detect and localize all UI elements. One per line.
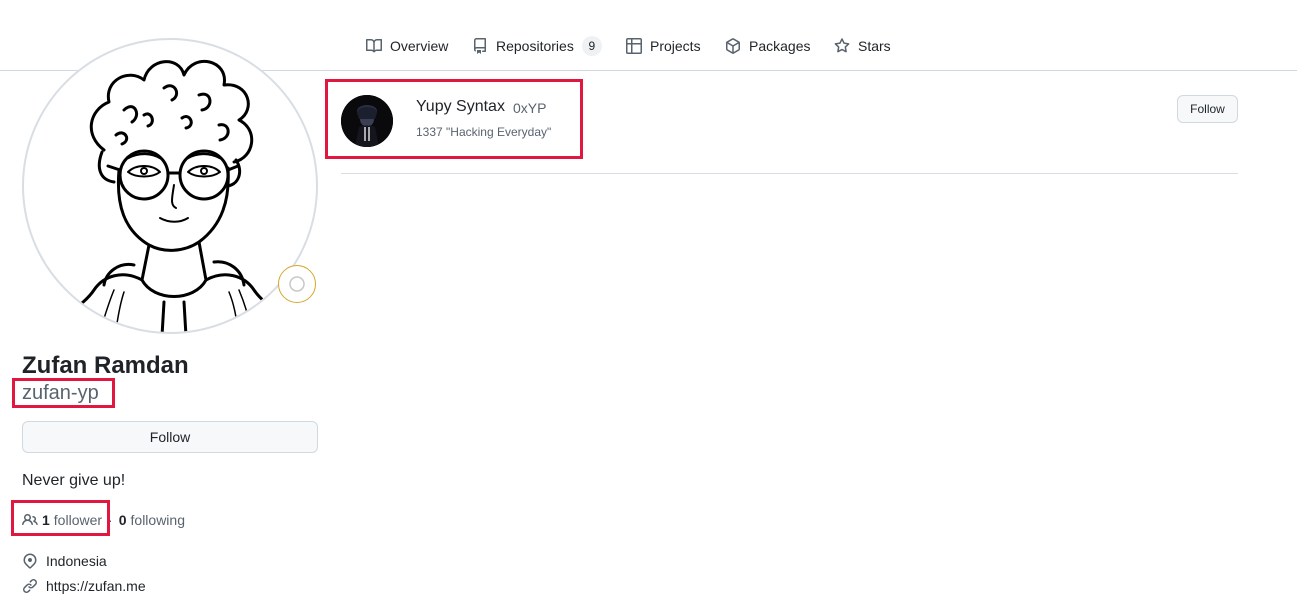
star-icon: [834, 38, 850, 53]
followers-highlight-box: [11, 500, 110, 536]
link-icon: [22, 578, 38, 594]
website-link[interactable]: https://zufan.me: [46, 578, 146, 594]
book-icon: [366, 38, 382, 53]
tab-projects[interactable]: Projects: [626, 34, 701, 58]
repo-icon: [474, 38, 486, 54]
table-icon: [626, 38, 642, 54]
tab-packages-label: Packages: [749, 38, 811, 54]
tab-repositories[interactable]: Repositories 9: [472, 34, 602, 58]
repositories-count-badge: 9: [581, 36, 602, 56]
username-highlight-box: [12, 378, 115, 408]
follower-card-highlight-box: [325, 79, 583, 159]
list-divider: [341, 173, 1238, 174]
following-link[interactable]: 0 following: [119, 512, 185, 528]
follow-follower-button[interactable]: Follow: [1177, 95, 1238, 123]
tab-stars[interactable]: Stars: [834, 34, 891, 58]
smiley-icon: [289, 276, 305, 292]
location-text: Indonesia: [46, 553, 107, 569]
following-count: 0: [118, 512, 127, 528]
tab-repositories-label: Repositories: [496, 38, 574, 54]
tab-packages[interactable]: Packages: [725, 34, 810, 58]
profile-full-name: Zufan Ramdan: [22, 352, 189, 379]
package-icon: [726, 38, 740, 54]
tab-overview-label: Overview: [390, 38, 449, 54]
location-icon: [23, 553, 37, 569]
following-label: following: [130, 512, 185, 528]
tab-projects-label: Projects: [650, 38, 701, 54]
tab-stars-label: Stars: [858, 38, 891, 54]
profile-website: https://zufan.me: [22, 576, 146, 596]
profile-bio: Never give up!: [22, 472, 126, 489]
profile-avatar[interactable]: [22, 38, 318, 334]
profile-location: Indonesia: [22, 551, 107, 571]
avatar-illustration: [44, 59, 304, 332]
tab-overview[interactable]: Overview: [366, 34, 448, 58]
set-status-button[interactable]: [278, 265, 316, 303]
follow-button[interactable]: Follow: [22, 421, 318, 453]
